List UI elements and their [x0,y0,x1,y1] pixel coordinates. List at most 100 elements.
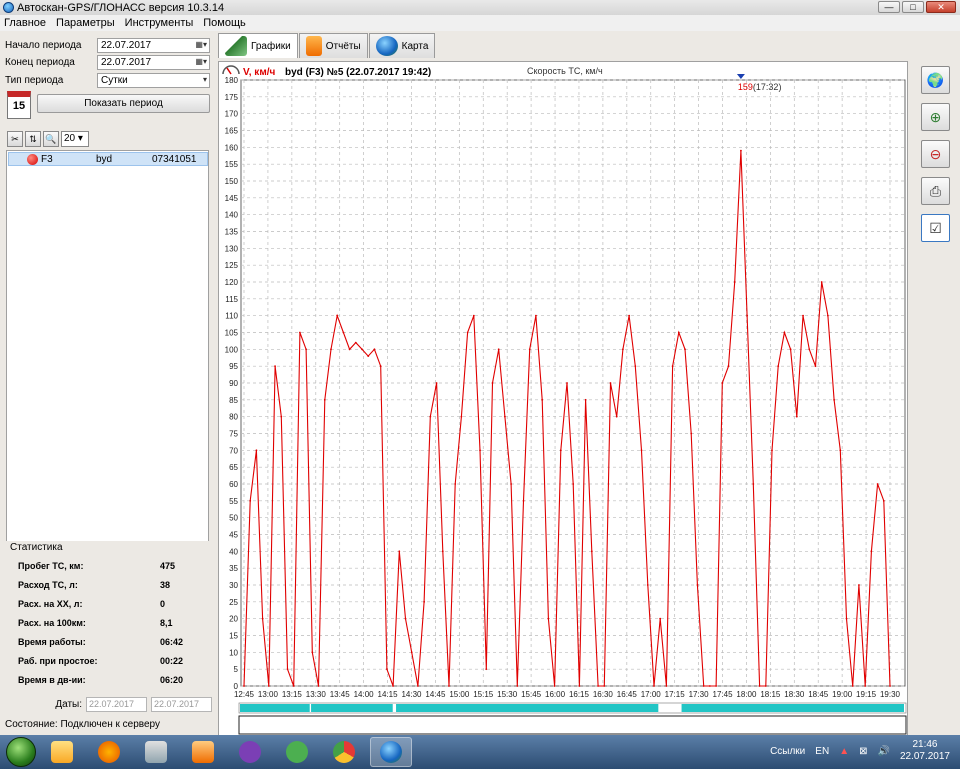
data-point [367,355,370,357]
taskbar-chrome[interactable] [323,737,365,767]
data-point [535,314,537,317]
data-point [491,382,494,384]
app-globe-icon [3,2,14,13]
calendar-icon[interactable]: 15 [7,91,31,119]
date-to-field[interactable]: 22.07.2017 [151,697,212,712]
data-point [466,331,469,334]
antivirus-icon[interactable]: ▲ [839,746,849,757]
x-tick-label: 13:45 [330,690,351,699]
y-tick-label: 130 [225,244,239,253]
search-icon[interactable]: 🔍 [43,131,59,147]
globe-arrow-icon[interactable]: 🌍 [921,66,950,94]
links-toolbar[interactable]: Ссылки [770,746,805,757]
menu-params[interactable]: Параметры [56,17,115,29]
close-button[interactable]: ✕ [926,1,956,13]
chrome-icon [333,741,355,763]
menu-help[interactable]: Помощь [203,17,246,29]
sort-az-icon[interactable]: ⇅ [25,131,41,147]
data-point [584,398,587,401]
calendar-dropdown-icon[interactable]: ▦▾ [195,40,207,49]
data-point [826,314,829,317]
checklist-icon[interactable]: ☑ [921,214,950,242]
menu-main[interactable]: Главное [4,17,46,29]
period-end-field[interactable]: 22.07.2017 ▦▾ [97,55,210,70]
menu-tools[interactable]: Инструменты [125,17,194,29]
data-point [572,483,575,485]
settings-tools-icon[interactable]: ✂ [7,131,23,147]
clock[interactable]: 21:46 22.07.2017 [900,739,950,763]
x-axis: 12:45 13:00 13:15 13:30 13:45 14:00 14:15 14:30… [234,690,901,699]
y-tick-label: 110 [225,312,238,321]
period-type-row: Тип периода Сутки ▾ [5,73,210,88]
data-point [479,449,481,452]
vehicle-list[interactable]: F3 byd 07341051 [6,150,209,570]
calendar-dropdown-icon[interactable]: ▦▾ [195,57,207,66]
stat-label: Расход ТС, л: [18,580,78,590]
show-period-button[interactable]: Показать период [37,94,210,113]
data-point [609,382,612,384]
data-point [889,685,891,687]
data-point [764,685,767,687]
taskbar-utorrent[interactable] [276,737,318,767]
window-controls: — □ ✕ [878,1,956,13]
vehicle-row[interactable]: F3 byd 07341051 [8,152,208,166]
tab-map[interactable]: Карта [368,33,436,58]
y-tick-label: 35 [229,564,238,573]
data-point [522,499,525,502]
marker-time: (17:32) [753,82,782,92]
data-point [348,348,351,351]
taskbar-media[interactable] [182,737,224,767]
data-point [702,685,705,687]
taskbar-firefox[interactable] [88,737,130,767]
data-point [783,331,786,334]
maximize-button[interactable]: □ [902,1,924,13]
chart-title: byd (F3) №5 (22.07.2017 19:42) [285,67,431,78]
stat-label: Раб. при простое: [18,656,98,666]
x-tick-label: 17:00 [641,690,662,699]
taskbar-autoscan[interactable] [370,737,412,767]
x-tick-label: 19:00 [832,690,853,699]
period-type-select[interactable]: Сутки ▾ [97,73,210,88]
chart-grid [240,79,906,687]
max-marker: 159 (17:32) [736,74,782,92]
start-button[interactable] [6,737,36,767]
zoom-out-icon[interactable]: ⊖ [921,140,950,168]
y-tick-label: 170 [225,110,239,119]
x-tick-label: 18:45 [808,690,829,699]
data-point [516,685,519,687]
data-point [727,365,730,368]
tab-reports[interactable]: Отчёты [298,33,368,58]
zoom-in-icon[interactable]: ⊕ [921,103,950,131]
network-icon[interactable]: ⊠ [859,746,867,757]
y-tick-label: 55 [229,497,238,506]
period-start-field[interactable]: 22.07.2017 ▦▾ [97,38,210,53]
data-point [752,483,755,485]
minimize-button[interactable]: — [878,1,900,13]
volume-icon[interactable]: 🔊 [877,746,889,757]
data-point [255,449,258,452]
speed-chart[interactable]: V, км/ч byd (F3) №5 (22.07.2017 19:42) С… [219,62,907,735]
taskbar-calculator[interactable] [135,737,177,767]
data-point [243,685,245,687]
timeline-bar[interactable] [238,702,907,735]
taskbar: Ссылки EN ▲ ⊠ 🔊 21:46 22.07.2017 [0,735,960,769]
x-tick-label: 18:00 [736,690,757,699]
x-tick-label: 16:15 [569,690,590,699]
data-point [528,348,531,351]
tab-charts[interactable]: Графики [218,33,298,58]
chevron-down-icon[interactable]: ▾ [203,75,207,84]
date-from-field[interactable]: 22.07.2017 [86,697,147,712]
globe-icon [380,741,402,763]
y-tick-label: 120 [225,278,239,287]
print-icon[interactable]: ⎙ [921,177,950,205]
y-tick-label: 100 [225,345,239,354]
data-point [789,348,792,351]
taskbar-viber[interactable] [229,737,271,767]
zoom-select[interactable]: 20 ▾ [61,131,89,147]
data-point [299,331,301,334]
taskbar-explorer[interactable] [41,737,83,767]
stat-row: Время работы: 06:42 [18,637,183,647]
data-point [423,600,426,603]
data-point [671,365,674,368]
language-indicator[interactable]: EN [815,746,829,757]
